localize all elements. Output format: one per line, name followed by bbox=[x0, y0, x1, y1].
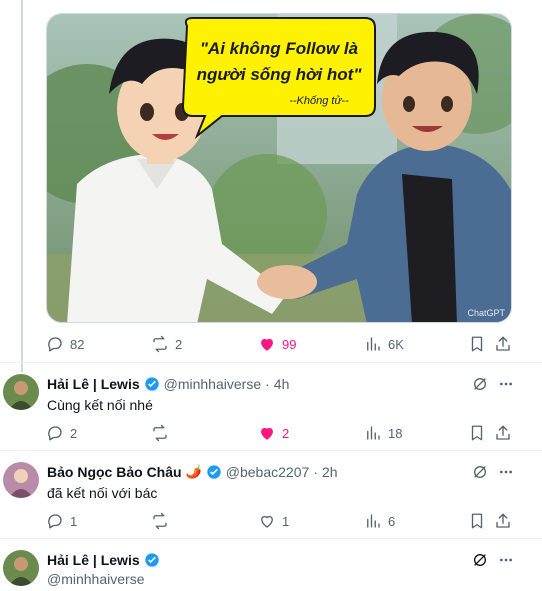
reply-count: 2 bbox=[70, 425, 78, 441]
view-count: 18 bbox=[388, 425, 403, 441]
bubble-line-2: người sống hời hot" bbox=[197, 65, 363, 84]
handshake-illustration: "Ai không Follow là người sống hời hot" … bbox=[47, 14, 511, 322]
display-name[interactable]: Hải Lê | Lewis bbox=[47, 376, 140, 392]
share-button[interactable] bbox=[494, 512, 512, 535]
reply-text: đã kết nối với bác bbox=[47, 485, 158, 501]
more-icon[interactable] bbox=[498, 464, 514, 480]
avatar[interactable] bbox=[3, 374, 39, 410]
like-button[interactable]: 1 bbox=[258, 512, 289, 530]
retweet-icon bbox=[153, 512, 167, 530]
share-button[interactable] bbox=[494, 424, 512, 447]
grok-icon[interactable] bbox=[472, 464, 488, 480]
timestamp[interactable]: 2h bbox=[322, 464, 338, 480]
retweet-button[interactable] bbox=[151, 512, 175, 530]
separator-dot: · bbox=[265, 376, 270, 392]
divider bbox=[0, 362, 542, 363]
views-button[interactable]: 18 bbox=[364, 424, 402, 442]
bubble-signature: --Khống tử-- bbox=[289, 95, 349, 107]
display-name[interactable]: Bảo Ngọc Bảo Châu bbox=[47, 464, 182, 480]
verified-icon bbox=[144, 377, 159, 391]
views-icon bbox=[367, 337, 380, 351]
reply-icon bbox=[48, 514, 62, 529]
post-image[interactable]: "Ai không Follow là người sống hời hot" … bbox=[46, 13, 512, 323]
divider bbox=[0, 450, 542, 451]
reply-button[interactable]: 1 bbox=[46, 512, 77, 530]
share-button[interactable] bbox=[494, 335, 512, 358]
reply-button[interactable]: 2 bbox=[46, 424, 77, 442]
share-icon bbox=[496, 425, 510, 440]
views-button[interactable]: 6 bbox=[364, 512, 395, 530]
bookmark-button[interactable] bbox=[468, 512, 486, 535]
reply-icon bbox=[48, 426, 62, 441]
reply-tweet[interactable]: Hải Lê | Lewis @minhhaiverse · 4h Cùng k… bbox=[0, 372, 542, 458]
views-icon bbox=[367, 426, 380, 440]
bookmark-button[interactable] bbox=[468, 424, 486, 447]
bubble-line-1: "Ai không Follow là bbox=[200, 39, 358, 58]
views-button[interactable]: 6K bbox=[364, 335, 404, 353]
view-count: 6K bbox=[388, 336, 404, 352]
reply-header: Hải Lê | Lewis bbox=[47, 552, 160, 568]
retweet-icon bbox=[153, 424, 167, 442]
reply-action-bar: 1 1 6 bbox=[46, 512, 512, 532]
retweet-count: 2 bbox=[175, 336, 183, 352]
handle[interactable]: @minhhaiverse bbox=[164, 376, 261, 392]
handle[interactable]: @minhhaiverse bbox=[47, 571, 144, 587]
separator-dot: · bbox=[313, 464, 318, 480]
verified-icon bbox=[144, 553, 159, 567]
share-icon bbox=[496, 513, 510, 528]
bookmark-button[interactable] bbox=[468, 335, 486, 358]
divider bbox=[0, 538, 542, 539]
more-icon[interactable] bbox=[498, 376, 514, 392]
reply-tweet[interactable]: Bảo Ngọc Bảo Châu 🌶️ @bebac2207 · 2h đã … bbox=[0, 460, 542, 546]
heart-icon bbox=[261, 338, 273, 351]
grok-icon[interactable] bbox=[472, 552, 488, 568]
bookmark-icon bbox=[471, 513, 483, 529]
watermark: ChatGPT bbox=[467, 308, 505, 318]
reply-header: Bảo Ngọc Bảo Châu 🌶️ @bebac2207 · 2h bbox=[47, 464, 338, 480]
display-name[interactable]: Hải Lê | Lewis bbox=[47, 552, 140, 568]
avatar[interactable] bbox=[3, 462, 39, 498]
share-icon bbox=[496, 336, 510, 351]
reply-text: Cùng kết nối nhé bbox=[47, 397, 153, 413]
retweet-button[interactable]: 2 bbox=[151, 335, 182, 353]
like-count: 1 bbox=[282, 513, 290, 529]
handle[interactable]: @bebac2207 bbox=[226, 464, 310, 480]
timestamp[interactable]: 4h bbox=[274, 376, 290, 392]
view-count: 6 bbox=[388, 513, 396, 529]
reply-button[interactable]: 82 bbox=[46, 335, 84, 353]
heart-icon bbox=[261, 515, 273, 528]
grok-icon[interactable] bbox=[472, 376, 488, 392]
retweet-button[interactable] bbox=[151, 424, 175, 442]
reply-icon bbox=[48, 337, 62, 352]
like-button[interactable]: 99 bbox=[258, 335, 296, 353]
more-icon[interactable] bbox=[498, 552, 514, 568]
avatar[interactable] bbox=[3, 550, 39, 586]
like-button[interactable]: 2 bbox=[258, 424, 289, 442]
like-count: 99 bbox=[282, 336, 297, 352]
post-action-bar: 82 2 99 6K bbox=[46, 335, 512, 355]
reply-count: 1 bbox=[70, 513, 78, 529]
retweet-icon bbox=[153, 335, 167, 353]
chili-emoji: 🌶️ bbox=[185, 464, 202, 479]
reply-header: Hải Lê | Lewis @minhhaiverse · 4h bbox=[47, 376, 289, 392]
like-count: 2 bbox=[282, 425, 290, 441]
thread-line bbox=[21, 0, 23, 372]
handle-row: @minhhaiverse bbox=[47, 571, 144, 587]
reply-tweet[interactable]: Hải Lê | Lewis @minhhaiverse bbox=[0, 548, 542, 591]
reply-count: 82 bbox=[70, 336, 85, 352]
heart-icon bbox=[261, 427, 273, 440]
views-icon bbox=[367, 514, 380, 528]
bookmark-icon bbox=[471, 425, 483, 441]
verified-icon bbox=[207, 465, 221, 479]
bookmark-icon bbox=[471, 336, 483, 352]
reply-action-bar: 2 2 18 bbox=[46, 424, 512, 444]
